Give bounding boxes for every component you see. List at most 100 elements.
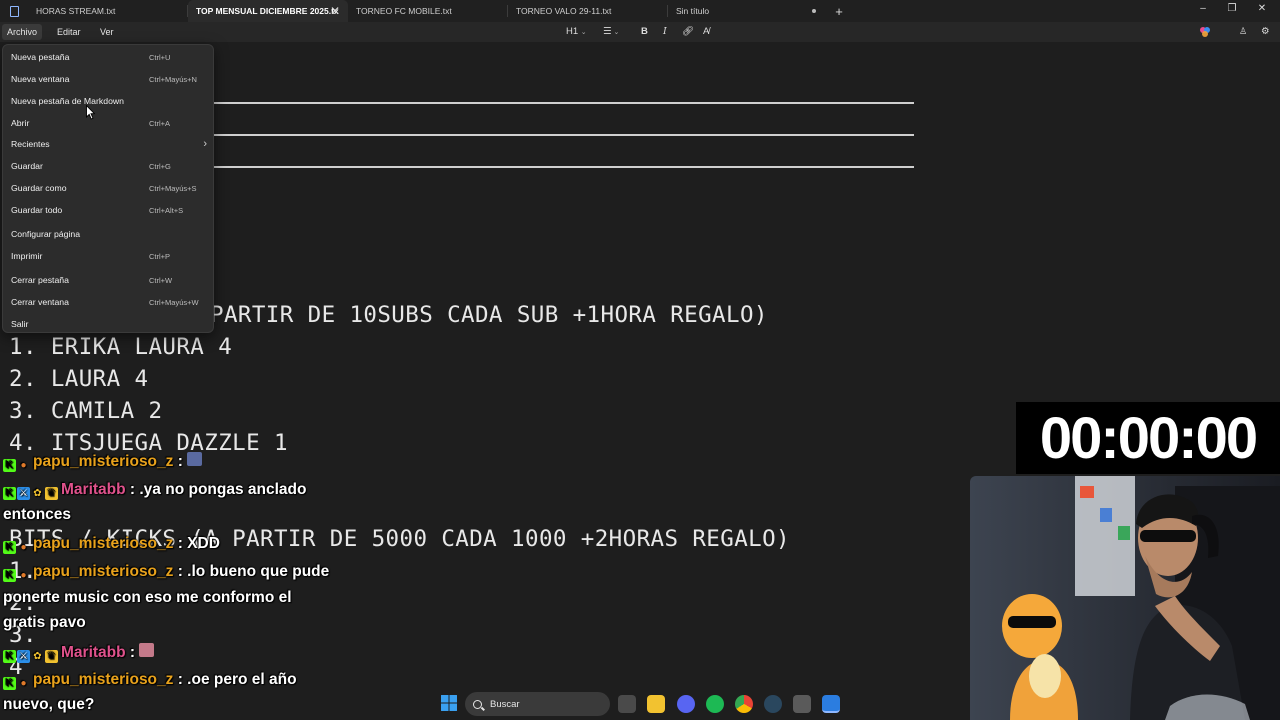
shortcut-label: Ctrl+U: [149, 52, 171, 62]
chevron-right-icon: ›: [203, 138, 207, 150]
subs-item: 3. CAMILA 2: [9, 398, 163, 424]
horizontal-rule: [214, 166, 914, 168]
close-icon[interactable]: ✕: [330, 4, 340, 18]
menu-item-guardar[interactable]: Guardar Ctrl+G: [11, 157, 209, 175]
search-placeholder: Buscar: [490, 698, 520, 710]
tab-sin-titulo[interactable]: Sin título: [668, 0, 828, 22]
horizontal-rule: [214, 102, 914, 104]
webcam-feed: [970, 476, 1280, 720]
kick-badge-icon: K: [3, 459, 16, 472]
taskbar-search[interactable]: Buscar: [465, 692, 610, 716]
account-icon[interactable]: ♙: [1239, 26, 1247, 37]
chrome-icon[interactable]: [735, 695, 753, 713]
shortcut-label: Ctrl+Mayús+S: [149, 183, 197, 193]
bold-icon[interactable]: B: [641, 26, 648, 37]
shortcut-label: Ctrl+Alt+S: [149, 205, 184, 215]
kick-badge-icon: K: [3, 569, 16, 582]
copilot-icon[interactable]: [1199, 26, 1211, 41]
menu-item-salir[interactable]: Salir: [11, 315, 209, 333]
mod-badge-icon: ⚔: [17, 487, 30, 500]
tab-label: TOP MENSUAL DICIEMBRE 2025.tx: [196, 6, 339, 16]
list-icon[interactable]: ☰ ⌄: [603, 26, 619, 37]
steam-icon[interactable]: [764, 695, 782, 713]
menu-item-guardar-todo[interactable]: Guardar todo Ctrl+Alt+S: [11, 201, 209, 219]
menu-item-nueva-pestana-markdown[interactable]: Nueva pestaña de Markdown: [11, 92, 209, 110]
menu-item-guardar-como[interactable]: Guardar como Ctrl+Mayús+S: [11, 179, 209, 197]
menu-item-imprimir[interactable]: Imprimir Ctrl+P: [11, 247, 209, 265]
kick-badge-icon: K: [3, 650, 16, 663]
menu-item-cerrar-ventana[interactable]: Cerrar ventana Ctrl+Mayús+W: [11, 293, 209, 311]
chat-message-continuation: entonces: [3, 506, 72, 523]
menu-item-cerrar-pestana[interactable]: Cerrar pestaña Ctrl+W: [11, 271, 209, 289]
maximize-button[interactable]: ❐: [1225, 3, 1239, 14]
menu-editar[interactable]: Editar: [57, 27, 81, 37]
shortcut-label: Ctrl+P: [149, 251, 171, 261]
menu-archivo[interactable]: Archivo: [2, 24, 43, 40]
link-icon[interactable]: 🔗︎: [682, 26, 694, 37]
menu-item-label: Abrir: [11, 118, 30, 128]
mouse-cursor-icon: [86, 105, 95, 120]
emote-icon: [187, 452, 203, 466]
chat-message: K ⚔ ✿ ♛ Maritabb : .ya no pongas anclado: [3, 481, 306, 500]
discord-icon[interactable]: [677, 695, 695, 713]
sub-badge-icon: ●: [20, 460, 27, 471]
gift-badge-icon: ✿: [33, 488, 42, 499]
chat-badges: K ⚔ ✿ ♛: [3, 487, 58, 500]
tab-torneo-fc[interactable]: TORNEO FC MOBILE.txt: [348, 0, 508, 22]
spotify-icon[interactable]: [706, 695, 724, 713]
chat-text: : .ya no pongas anclado: [129, 481, 307, 498]
tab-top-mensual[interactable]: TOP MENSUAL DICIEMBRE 2025.tx ✕: [188, 0, 348, 22]
menu-item-label: Salir: [11, 319, 29, 329]
shortcut-label: Ctrl+Mayús+N: [149, 74, 197, 84]
plus-icon[interactable]: +: [828, 4, 850, 19]
windows-start-icon[interactable]: [440, 694, 458, 712]
menu-item-nueva-ventana[interactable]: Nueva ventana Ctrl+Mayús+N: [11, 70, 209, 88]
chat-badges: K ●: [3, 459, 30, 472]
tab-label: HORAS STREAM.txt: [36, 6, 116, 16]
shortcut-label: Ctrl+Mayús+W: [149, 297, 199, 307]
subs-header: PARTIR DE 10SUBS CADA SUB +1HORA REGALO): [210, 302, 768, 328]
menu-item-label: Configurar página: [11, 229, 81, 239]
subs-item: 1. ERIKA LAURA 4: [9, 334, 233, 360]
chat-message-continuation: ponerte music con eso me conformo el: [3, 589, 292, 606]
menu-item-recientes[interactable]: Recientes ›: [11, 135, 209, 153]
horizontal-rule: [214, 134, 914, 136]
menu-ver[interactable]: Ver: [100, 27, 114, 37]
chat-badges: K ●: [3, 569, 30, 582]
settings-icon[interactable]: ⚙: [1261, 26, 1270, 37]
tab-label: TORNEO FC MOBILE.txt: [356, 6, 452, 16]
crown-badge-icon: ♛: [45, 487, 58, 500]
chat-username: papu_misterioso_z: [33, 453, 174, 470]
heading-dropdown[interactable]: H1 ⌄: [566, 26, 587, 37]
file-explorer-icon[interactable]: [647, 695, 665, 713]
tab-strip: HORAS STREAM.txt TOP MENSUAL DICIEMBRE 2…: [0, 0, 1280, 22]
italic-icon[interactable]: I: [663, 26, 667, 37]
chat-username: papu_misterioso_z: [33, 535, 174, 552]
menu-item-label: Guardar como: [11, 183, 67, 193]
chat-message: K ● papu_misterioso_z : XDD: [3, 535, 220, 554]
crown-badge-icon: ♛: [45, 650, 58, 663]
close-window-button[interactable]: ✕: [1255, 3, 1269, 14]
kick-badge-icon: K: [3, 541, 16, 554]
chat-message: K ● papu_misterioso_z :: [3, 452, 203, 472]
chat-badges: K ●: [3, 541, 30, 554]
shortcut-label: Ctrl+A: [149, 118, 171, 128]
sub-badge-icon: ●: [20, 570, 27, 581]
notepad-taskbar-icon[interactable]: [822, 695, 840, 713]
calculator-icon[interactable]: [793, 695, 811, 713]
chat-message: K ● papu_misterioso_z : .lo bueno que pude: [3, 563, 329, 582]
clear-format-icon[interactable]: A̸: [703, 26, 709, 37]
tab-torneo-valo[interactable]: TORNEO VALO 29-11.txt: [508, 0, 668, 22]
chat-text: :: [129, 644, 136, 661]
menu-item-label: Guardar: [11, 161, 43, 171]
menu-item-nueva-pestana[interactable]: Nueva pestaña Ctrl+U: [11, 48, 209, 66]
menu-item-abrir[interactable]: Abrir Ctrl+A: [11, 114, 209, 132]
heading-label: H1: [566, 26, 579, 37]
menu-item-label: Cerrar ventana: [11, 297, 69, 307]
emote-icon: [139, 643, 155, 657]
tab-horas-stream[interactable]: HORAS STREAM.txt: [28, 0, 188, 22]
task-view-icon[interactable]: [618, 695, 636, 713]
chat-username: papu_misterioso_z: [33, 563, 174, 580]
minimize-button[interactable]: –: [1196, 3, 1210, 14]
menu-item-configurar-pagina[interactable]: Configurar página: [11, 225, 209, 243]
